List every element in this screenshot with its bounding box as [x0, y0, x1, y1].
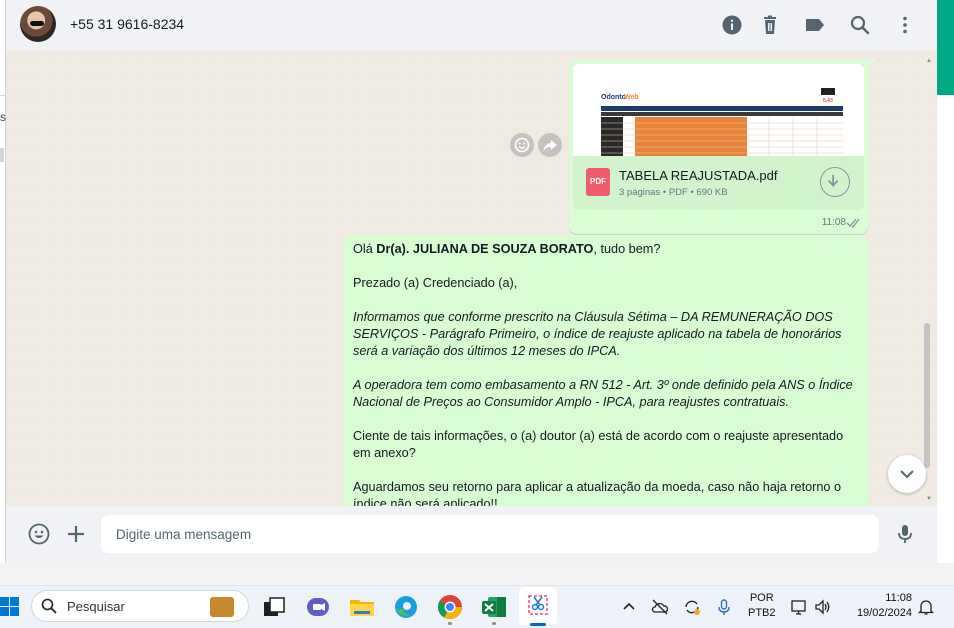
greeting-pre: Olá [353, 242, 377, 256]
system-clock[interactable]: 11:08 19/02/2024 [846, 591, 912, 621]
panel-divider [0, 148, 4, 162]
snipping-tool-icon [528, 595, 548, 615]
label-icon[interactable] [803, 13, 827, 37]
chat-area[interactable]: Odonto Web 5,43 PDF TABELA REAJUSTADA.pd… [6, 51, 937, 506]
windows-start-icon[interactable] [0, 597, 20, 617]
active-indicator [530, 623, 546, 626]
windows-taskbar: Pesquisar POR PTB2 11:08 19/02/2024 [0, 585, 954, 628]
cloud-off-icon[interactable] [651, 598, 669, 616]
right-window-edge [937, 0, 954, 563]
message-paragraph: A operadora tem como embasamento a RN 51… [353, 378, 853, 409]
pdf-thumbnail[interactable]: Odonto Web 5,43 [573, 64, 864, 156]
accent-bar [937, 0, 954, 95]
pdf-preview-image: Odonto Web 5,43 [573, 64, 864, 156]
pdf-pages: 3 páginas [619, 187, 661, 198]
download-button[interactable] [820, 167, 850, 197]
greeting-line: Olá Dr(a). JULIANA DE SOUZA BORATO, tudo… [353, 241, 859, 258]
running-indicator [492, 622, 496, 625]
message-paragraph: Ciente de tais informações, o (a) doutor… [353, 429, 844, 460]
chevron-up-icon[interactable] [620, 598, 638, 616]
thumbnail-logo: Odonto [601, 94, 626, 101]
bubble-tail [867, 60, 875, 70]
task-view-icon[interactable] [260, 593, 288, 621]
chevron-down-icon [900, 470, 914, 479]
notification-bell-icon[interactable] [917, 598, 935, 616]
avatar[interactable] [20, 6, 56, 42]
message-paragraph: Aguardamos seu retorno para aplicar a at… [353, 480, 842, 506]
clock-date: 19/02/2024 [856, 607, 912, 619]
pdf-file-card[interactable]: PDF TABELA REAJUSTADA.pdf 3 páginas • PD… [573, 156, 864, 210]
snipping-tool-active[interactable] [519, 587, 557, 625]
volume-icon[interactable] [814, 598, 832, 616]
excel-icon[interactable] [480, 593, 508, 621]
sync-icon[interactable] [683, 598, 701, 616]
message-input[interactable] [101, 515, 879, 553]
greeting-post: , tudo bem? [593, 242, 661, 256]
message-paragraph: Prezado (a) Credenciado (a), [353, 276, 518, 290]
pdf-size: 690 KB [696, 187, 728, 198]
taskbar-search[interactable]: Pesquisar [31, 590, 249, 622]
file-explorer-icon[interactable] [348, 593, 376, 621]
clock-time: 11:08 [885, 592, 912, 604]
text-message-bubble[interactable]: Olá Dr(a). JULIANA DE SOUZA BORATO, tudo… [344, 235, 868, 506]
emoji-reaction-icon[interactable] [510, 133, 534, 157]
teams-chat-icon[interactable] [304, 593, 332, 621]
pdf-file-meta: 3 páginas • PDF • 690 KB [619, 187, 728, 198]
search-icon [41, 598, 57, 614]
chat-header: +55 31 9616-8234 [6, 0, 937, 51]
briefcase-icon [210, 597, 234, 617]
scroll-down-arrow[interactable]: ▼ [926, 496, 932, 502]
desktop-background [0, 563, 954, 585]
pdf-message-bubble[interactable]: Odonto Web 5,43 PDF TABELA REAJUSTADA.pd… [569, 60, 875, 234]
edge-browser-icon[interactable] [392, 593, 420, 621]
message-composer [6, 506, 937, 563]
network-icon[interactable] [790, 598, 808, 616]
forward-icon[interactable] [538, 133, 562, 157]
contact-name[interactable]: +55 31 9616-8234 [70, 16, 184, 32]
microphone-icon[interactable] [715, 598, 733, 616]
attach-plus-icon[interactable] [64, 522, 88, 546]
download-icon [827, 174, 839, 187]
emoji-icon[interactable] [27, 522, 51, 546]
thumbnail-table [601, 117, 843, 156]
keyboard-layout: PTB2 [748, 607, 776, 619]
menu-icon[interactable] [893, 13, 917, 37]
keyboard-language[interactable]: POR PTB2 [748, 591, 776, 621]
pdf-file-name: TABELA REAJUSTADA.pdf [619, 168, 778, 183]
double-check-icon [846, 218, 860, 228]
recipient-name: Dr(a). JULIANA DE SOUZA BORATO [376, 242, 594, 256]
trash-icon[interactable] [758, 13, 782, 37]
scroll-up-arrow[interactable]: ▲ [926, 58, 932, 64]
info-icon[interactable] [720, 13, 744, 37]
thumbnail-badge: 5,43 [823, 98, 833, 104]
thumbnail-logo-suffix: Web [624, 94, 639, 101]
language-code: POR [749, 592, 774, 604]
scroll-to-bottom-button[interactable] [888, 455, 926, 493]
message-paragraph: Informamos que conforme prescrito na Clá… [353, 310, 842, 358]
microphone-icon[interactable] [893, 522, 917, 546]
search-icon[interactable] [848, 13, 872, 37]
scrollbar-thumb[interactable] [924, 323, 930, 468]
running-indicator [448, 622, 452, 625]
message-time: 11:08 [821, 217, 846, 228]
search-label: Pesquisar [67, 599, 125, 614]
pdf-type: PDF [668, 187, 688, 198]
pdf-file-icon: PDF [586, 168, 610, 196]
chrome-browser-icon[interactable] [436, 593, 464, 621]
